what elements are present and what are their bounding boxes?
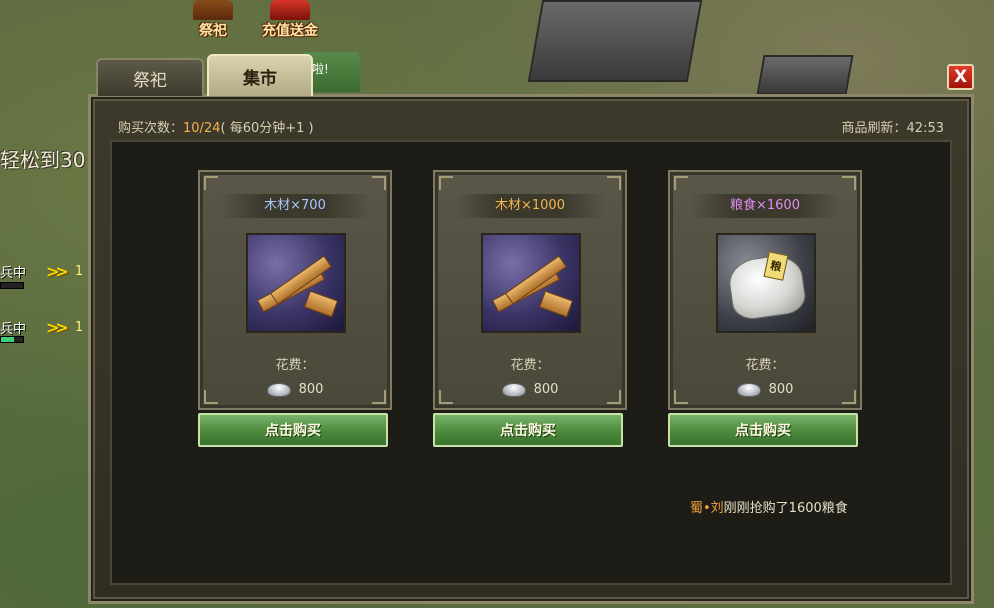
- card-frame: 粮食×1600 粮 花费： 800: [668, 170, 862, 410]
- notice-text: 刚刚抢购了1600粮食: [723, 501, 848, 516]
- cost-label: 花费：: [745, 358, 785, 373]
- frame-corner: [372, 176, 386, 190]
- frame-corner: [607, 176, 621, 190]
- side-row-2[interactable]: 兵中 >> 1: [0, 318, 83, 337]
- shop-item-card: 木材×1000 花费： 800 点击购买: [433, 170, 627, 450]
- close-button[interactable]: X: [947, 64, 974, 90]
- card-frame: 木材×700 花费： 800: [198, 170, 392, 410]
- buy-count-prefix: 购买次数：: [118, 121, 184, 136]
- side-row-num: 1: [74, 264, 84, 279]
- card-frame: 木材×1000 花费： 800: [433, 170, 627, 410]
- silver-icon: [266, 382, 291, 397]
- shop-item-card: 木材×700 花费： 800 点击购买: [198, 170, 392, 450]
- gift-box-icon: [270, 0, 310, 20]
- recharge-top-label: 充值送金: [262, 23, 318, 39]
- recharge-top-button[interactable]: 充值送金: [250, 0, 330, 40]
- tab-market[interactable]: 集市: [207, 54, 313, 96]
- notice-player: 蜀•刘: [690, 501, 724, 516]
- buy-button[interactable]: 点击购买: [433, 413, 623, 447]
- sacrifice-icon: [193, 0, 233, 20]
- buy-count-info: 购买次数：10/24( 每60分钟+1 ): [118, 117, 314, 136]
- price-row: 800: [435, 382, 625, 397]
- progress-bar: [0, 282, 24, 289]
- price-value: 800: [298, 382, 324, 397]
- price-row: 800: [200, 382, 390, 397]
- buy-count-suffix: ( 每60分钟+1 ): [220, 121, 314, 136]
- grain-sack-icon[interactable]: 粮: [716, 233, 816, 333]
- silver-icon: [501, 382, 526, 397]
- item-title: 粮食×1600: [690, 194, 840, 218]
- purchase-notice: 蜀•刘刚刚抢购了1600粮食: [690, 497, 848, 516]
- cost-label: 花费：: [275, 358, 315, 373]
- tab-sacrifice[interactable]: 祭祀: [96, 58, 204, 96]
- price-row: 800: [670, 382, 860, 397]
- progress-bar: [0, 336, 24, 343]
- buy-button[interactable]: 点击购买: [668, 413, 858, 447]
- side-row-tag: 兵中: [0, 322, 27, 337]
- sacrifice-top-label: 祭祀: [199, 23, 227, 39]
- left-headline: 轻松到30: [0, 148, 86, 172]
- wood-icon[interactable]: [481, 233, 581, 333]
- shop-item-card: 粮食×1600 粮 花费： 800 点击购买: [668, 170, 862, 450]
- fortress-building: [527, 0, 703, 82]
- item-title: 木材×1000: [455, 194, 605, 218]
- double-arrow-icon: >>: [46, 318, 69, 337]
- frame-corner: [439, 176, 453, 190]
- frame-corner: [842, 176, 856, 190]
- sacrifice-top-button[interactable]: 祭祀: [178, 0, 248, 40]
- side-row-1[interactable]: 兵中 >> 1: [0, 262, 83, 281]
- fortress-building-2: [756, 55, 854, 95]
- price-value: 800: [533, 382, 559, 397]
- frame-corner: [204, 176, 218, 190]
- frame-corner: [674, 176, 688, 190]
- side-row-num: 1: [74, 320, 84, 335]
- price-value: 800: [768, 382, 794, 397]
- double-arrow-icon: >>: [46, 262, 69, 281]
- wood-icon[interactable]: [246, 233, 346, 333]
- buy-count-value: 10/24: [183, 121, 221, 136]
- cost-label: 花费：: [510, 358, 550, 373]
- side-row-tag: 兵中: [0, 266, 27, 281]
- silver-icon: [736, 382, 761, 397]
- item-title: 木材×700: [220, 194, 370, 218]
- buy-button[interactable]: 点击购买: [198, 413, 388, 447]
- refresh-timer: 商品刷新：42:53: [841, 121, 944, 136]
